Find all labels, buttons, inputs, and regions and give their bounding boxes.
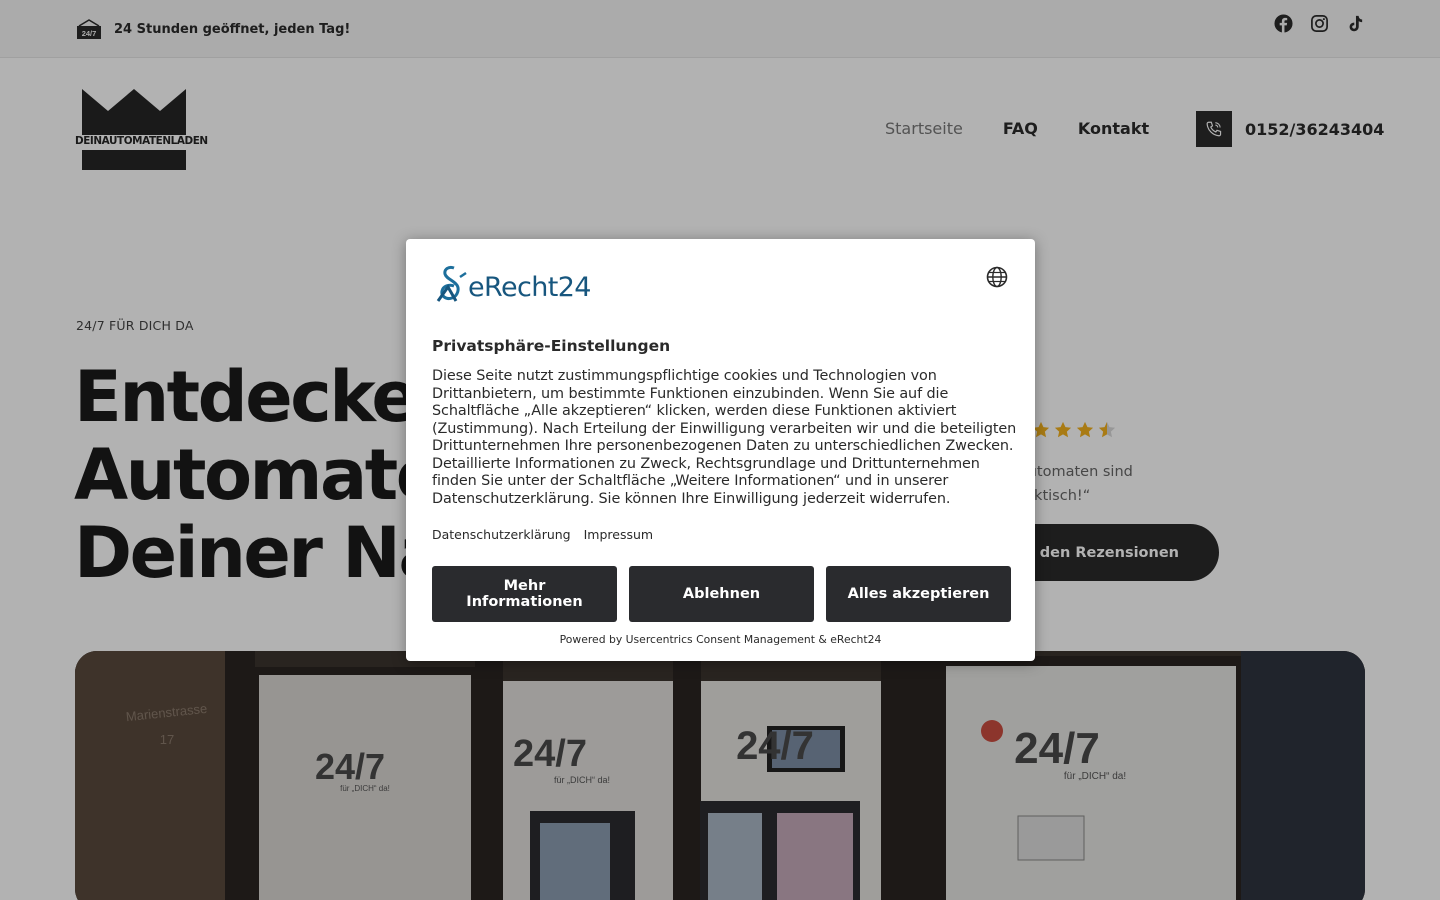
globe-icon[interactable]: [986, 266, 1008, 288]
more-info-line-1: Mehr: [503, 578, 546, 594]
accept-all-button[interactable]: Alles akzeptieren: [826, 566, 1011, 622]
consent-body-line: finden Sie unter der Schaltfläche „Weite…: [432, 473, 949, 489]
consent-title: Privatsphäre-Einstellungen: [432, 337, 671, 355]
consent-dialog: eRecht24 Privatsphäre-Einstellungen Dies…: [406, 239, 1035, 661]
privacy-policy-link[interactable]: Datenschutzerklärung: [432, 527, 571, 542]
consent-description: Diese Seite nutzt zustimmungspflichtige …: [432, 368, 1017, 508]
consent-links: Datenschutzerklärung Impressum: [432, 527, 653, 542]
consent-body-line: Schaltfläche „Alle akzeptieren“ klicken,…: [432, 403, 957, 419]
imprint-link[interactable]: Impressum: [584, 527, 653, 542]
consent-body-line: (Zustimmung). Nach Erteilung der Einwill…: [432, 420, 1017, 437]
more-info-line-2: Informationen: [466, 594, 583, 610]
consent-body-line: Detaillierte Informationen zu Zweck, Rec…: [432, 455, 980, 472]
erecht24-wordmark: eRecht24: [468, 271, 591, 303]
erecht24-logo: eRecht24: [432, 265, 591, 305]
consent-body-line: Datenschutzerklärung. Sie können Ihre Ei…: [432, 490, 951, 507]
powered-by: Powered by Usercentrics Consent Manageme…: [559, 633, 882, 646]
decline-button[interactable]: Ablehnen: [629, 566, 814, 622]
consent-body-line: Drittunternehmen Ihre personenbezogenen …: [432, 438, 1014, 454]
consent-buttons: Mehr Informationen Ablehnen Alles akzept…: [432, 566, 1011, 622]
erecht24-ampersand-icon: [436, 265, 467, 302]
more-information-button[interactable]: Mehr Informationen: [432, 566, 617, 622]
consent-body-line: Drittanbietern, um bestimmte Funktionen …: [432, 385, 949, 402]
consent-body-line: Diese Seite nutzt zustimmungspflichtige …: [432, 368, 937, 384]
